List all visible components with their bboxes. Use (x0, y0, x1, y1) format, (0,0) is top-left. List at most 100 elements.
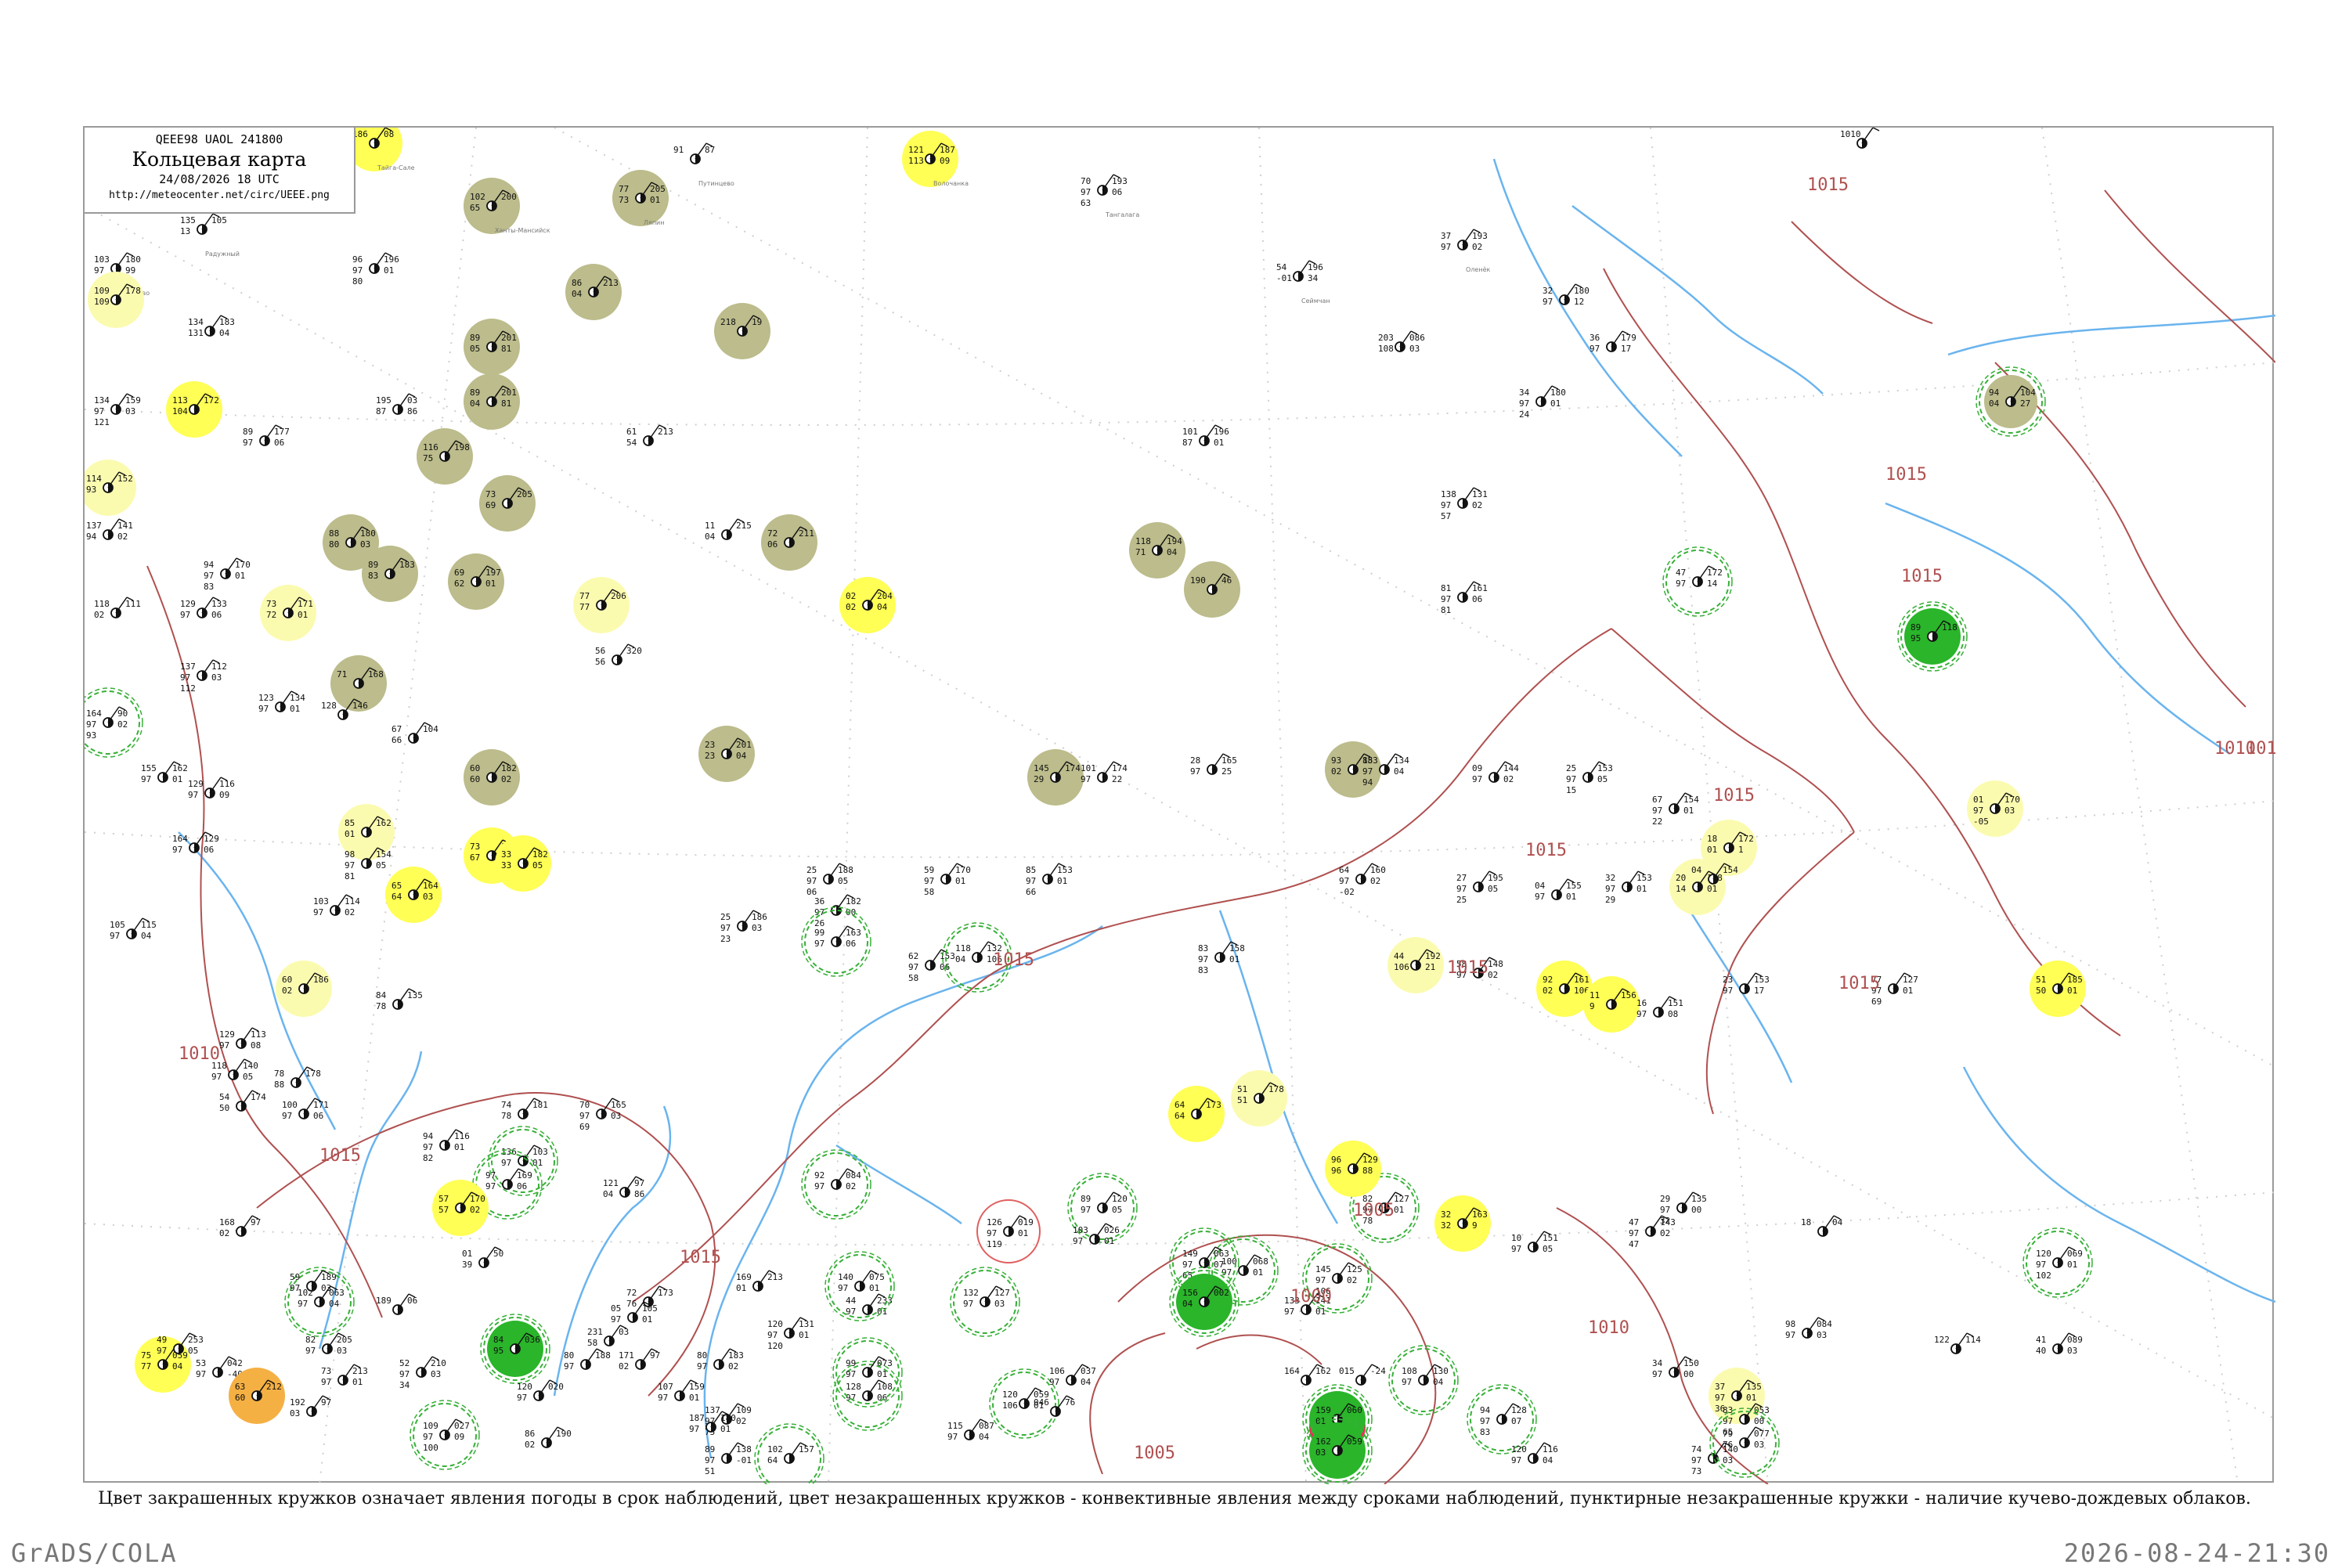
station-plot[interactable]: 218 19 (714, 303, 770, 359)
station-plot[interactable]: 09 144 97 02 (1472, 761, 1519, 784)
station-plot[interactable]: 16 151 97 08 (1636, 996, 1683, 1019)
station-plot[interactable]: 56 320 56 (595, 643, 642, 667)
station-plot[interactable]: 84 036 95 (480, 1314, 550, 1384)
station-plot[interactable]: 49 253 97 05 (157, 1332, 204, 1356)
station-plot[interactable]: 23 201 23 04 (698, 726, 755, 782)
station-plot[interactable]: 103 114 97 02 (313, 894, 360, 917)
station-plot[interactable]: 120 020 97 (517, 1379, 564, 1403)
station-plot[interactable]: 121 187 113 09 Волочанка (902, 131, 969, 187)
station-plot[interactable]: 54 174 50 (219, 1090, 266, 1113)
station-plot[interactable]: 140 075 97 01 (824, 1251, 895, 1321)
station-plot[interactable]: 231 03 58 (587, 1325, 629, 1348)
station-plot[interactable]: 1010 (1840, 128, 1880, 149)
station-plot[interactable]: 171 97 02 (619, 1348, 660, 1372)
station-plot[interactable]: 47 172 97 14 (1662, 546, 1733, 617)
station-plot[interactable]: 89 201 05 81 (464, 319, 520, 375)
station-plot[interactable]: 120 069 97 01 102 (2022, 1227, 2093, 1298)
station-plot[interactable]: 69 197 62 01 (448, 553, 504, 610)
station-plot[interactable]: 116 198 75 (417, 428, 473, 485)
station-plot[interactable]: 54 196 -01 34 Сеймчан (1276, 260, 1330, 305)
station-plot[interactable]: 109 027 97 09 100 (410, 1400, 480, 1470)
station-plot[interactable]: 121 97 04 86 (603, 1176, 644, 1199)
station-plot[interactable]: 89 138 97 -01 51 (705, 1442, 752, 1476)
station-plot[interactable]: 015 -24 (1339, 1364, 1386, 1386)
station-plot[interactable]: 189 06 (376, 1293, 417, 1315)
station-plot[interactable]: 132 127 97 03 (950, 1267, 1020, 1337)
station-plot[interactable]: 138 131 97 02 57 (1441, 487, 1488, 521)
station-plot[interactable]: 102 157 64 (754, 1423, 824, 1484)
station-plot[interactable]: 73 205 69 (479, 475, 536, 532)
station-plot[interactable]: 64 173 64 (1168, 1086, 1225, 1142)
station-plot[interactable]: 91 87 Путинцево (673, 142, 734, 187)
station-plot[interactable]: 77 206 77 (573, 577, 630, 633)
station-plot[interactable]: 156 002 04 (1169, 1267, 1239, 1337)
station-plot[interactable]: 105 115 97 04 (110, 917, 157, 941)
station-plot[interactable]: 89 201 04 81 (464, 373, 520, 430)
station-plot[interactable]: 164 90 97 02 93 (85, 687, 143, 758)
station-plot[interactable]: 109 178 109 (88, 272, 144, 328)
station-plot[interactable]: 168 97 02 (219, 1215, 261, 1238)
station-plot[interactable]: 162 059 03 (1302, 1415, 1373, 1484)
station-plot[interactable]: 32 153 97 01 29 (1605, 871, 1652, 905)
station-plot[interactable]: 129 116 97 09 (188, 777, 235, 800)
station-plot[interactable]: 32 163 32 9 (1434, 1195, 1491, 1252)
station-plot[interactable]: 102 200 65 Ханты-Мансийск (464, 178, 550, 234)
station-plot[interactable]: 25 153 97 05 15 (1566, 761, 1613, 795)
map-source-url[interactable]: http://meteocenter.net/circ/UEEE.png (85, 189, 354, 201)
station-plot[interactable]: 70 165 97 03 69 (579, 1098, 626, 1132)
station-plot[interactable]: 74 181 78 (501, 1098, 548, 1121)
station-plot[interactable]: 27 195 97 05 25 (1456, 871, 1503, 905)
station-plot[interactable]: 129 113 97 08 (219, 1027, 266, 1051)
station-plot[interactable]: 114 152 93 (85, 460, 136, 516)
station-plot[interactable]: 70 193 97 06 63 Тангалага (1081, 174, 1139, 218)
station-plot[interactable]: 61 213 54 (626, 424, 673, 448)
station-plot[interactable]: 63 212 60 (229, 1368, 285, 1424)
station-plot[interactable]: 89 183 83 (362, 546, 418, 602)
station-plot[interactable]: 137 141 94 02 (86, 518, 133, 542)
station-plot[interactable]: 190 46 (1184, 561, 1240, 618)
station-plot[interactable]: 96 196 97 01 80 (352, 252, 399, 287)
station-plot[interactable]: 28 165 97 25 (1190, 753, 1237, 777)
station-plot[interactable]: 164 162 (1284, 1364, 1331, 1386)
station-plot[interactable]: 186 08Тайга-Сале (346, 128, 415, 171)
station-plot[interactable]: 85 153 97 01 66 (1026, 863, 1073, 897)
station-plot[interactable]: 18 04 (1801, 1215, 1843, 1237)
station-plot[interactable]: 52 210 97 03 34 (399, 1356, 446, 1390)
station-plot[interactable]: 101 174 97 22 (1081, 761, 1128, 784)
station-plot[interactable]: 23 153 97 17 (1723, 972, 1770, 996)
station-plot[interactable]: 89 118 95 (1897, 601, 1968, 672)
station-plot[interactable]: 80 188 97 (564, 1348, 611, 1372)
station-plot[interactable]: 203 086 108 03 (1378, 330, 1425, 354)
station-plot[interactable]: 83 158 97 01 83 (1198, 941, 1245, 975)
station-plot[interactable]: 192 97 03 (290, 1395, 331, 1418)
station-plot[interactable]: 80 183 97 02 (697, 1348, 744, 1372)
station-plot[interactable]: 77 205 73 01 Ляпин (612, 170, 669, 226)
station-plot[interactable]: 137 11297 03112 (180, 659, 227, 694)
station-plot[interactable]: 34 150 97 00 (1652, 1356, 1699, 1379)
station-plot[interactable]: 33 182 33 05 (495, 835, 551, 892)
station-plot[interactable]: 103 026 97 01 (1073, 1223, 1120, 1246)
station-plot[interactable]: 88 134 97 04 94 (1362, 753, 1409, 788)
station-plot[interactable]: 195 03 87 86 (376, 393, 417, 416)
station-plot[interactable]: 37 193 97 02 Оленёк (1441, 229, 1490, 273)
station-plot[interactable]: 32 180 97 12 (1543, 283, 1589, 307)
station-plot[interactable]: 72 211 06 (761, 514, 817, 571)
station-plot[interactable]: 62 153 97 06 58 (908, 949, 955, 983)
station-plot[interactable]: 108 130 97 04 (1388, 1345, 1459, 1415)
station-plot[interactable]: 81 161 97 06 81 (1441, 581, 1488, 615)
station-plot[interactable]: 94 170 97 01 83 (204, 557, 251, 592)
station-plot[interactable]: 101 196 87 01 (1182, 424, 1229, 448)
station-plot[interactable]: 36 18297 0026 (814, 894, 861, 928)
station-plot[interactable]: 115 087 97 04 (947, 1418, 994, 1442)
station-plot[interactable]: 94 104 04 27 (1976, 366, 2046, 437)
station-plot[interactable]: 94 128 97 07 83 (1467, 1384, 1537, 1454)
station-plot[interactable]: 04 155 97 01 (1535, 878, 1582, 902)
station-plot[interactable]: 10 151 97 05 (1511, 1231, 1558, 1254)
station-plot[interactable]: 60 186 02 (276, 961, 332, 1017)
station-plot[interactable]: 122 114 (1934, 1332, 1981, 1354)
station-plot[interactable]: 118 111 02 (94, 597, 141, 620)
station-plot[interactable]: 02 204 02 04 (839, 577, 896, 633)
station-plot[interactable]: 51 178 51 (1231, 1070, 1287, 1126)
station-plot[interactable]: 01 50 39 (462, 1246, 503, 1270)
station-plot[interactable]: 53 04297 -40 (196, 1356, 243, 1379)
